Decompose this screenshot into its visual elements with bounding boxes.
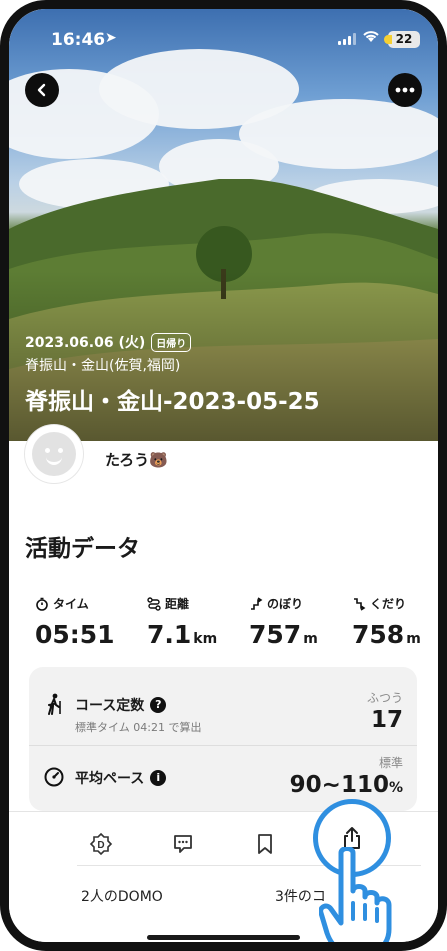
default-face-icon	[32, 432, 76, 476]
location-arrow-icon: ➤	[105, 30, 117, 46]
stat-time: タイム 05:51	[35, 595, 117, 649]
ascent-icon	[251, 596, 263, 610]
stat-unit: m	[303, 631, 318, 647]
standard-time-note: 標準タイム 04:21 で算出	[75, 721, 202, 734]
battery-indicator: 22	[384, 31, 420, 48]
activity-date: 2023.06.06 (火)	[25, 335, 146, 351]
stat-value: 7.1	[147, 620, 192, 649]
activity-title: 脊振山・金山-2023-05-25	[25, 389, 320, 415]
tap-hand-icon	[319, 847, 392, 942]
ellipsis-icon	[395, 87, 415, 93]
domo-count-link[interactable]: 2人のDOMO	[81, 886, 163, 906]
stat-label: のぼり	[267, 597, 304, 611]
bookmark-button[interactable]	[251, 830, 279, 858]
bookmark-icon	[258, 834, 272, 854]
stat-unit: km	[193, 631, 218, 647]
stat-unit: m	[406, 631, 421, 647]
chevron-left-icon	[37, 83, 46, 97]
course-constant-label: コース定数	[75, 698, 145, 714]
user-name[interactable]: たろう🐻	[105, 449, 168, 470]
pace-level: 標準	[378, 756, 403, 770]
stopwatch-icon	[36, 597, 48, 611]
home-indicator	[147, 935, 300, 940]
domo-button[interactable]: D	[87, 830, 115, 858]
status-bar: 16:46 ➤ 22	[9, 29, 438, 51]
stat-descent: くだり 758 m	[352, 595, 421, 649]
status-time: 16:46	[51, 30, 106, 50]
activity-stats: タイム 05:51 距離 7.1 km のぼり 757 m くだり 758 m	[9, 595, 438, 665]
help-icon[interactable]: ?	[150, 697, 167, 713]
section-title-activity-data: 活動データ	[25, 536, 140, 562]
stat-ascent: のぼり 757 m	[249, 595, 318, 649]
speedometer-icon	[44, 767, 64, 787]
svg-text:D: D	[97, 840, 104, 851]
stat-distance: 距離 7.1 km	[147, 595, 217, 649]
route-icon	[147, 596, 161, 611]
domo-badge-icon: D	[89, 832, 113, 856]
stat-label: 距離	[165, 597, 190, 611]
course-info-card: コース定数 ? 標準タイム 04:21 で算出 ふつう 17 平均ペース i 標…	[29, 667, 417, 811]
stat-label: くだり	[370, 597, 407, 611]
signal-icon	[338, 33, 356, 45]
hero-photo	[9, 9, 438, 441]
avatar[interactable]	[25, 425, 83, 483]
phone-frame: 16:46 ➤ 22 2023.06.06 (火) 日帰り 脊振山・金山(佐賀,…	[0, 0, 447, 951]
back-button[interactable]	[25, 73, 59, 107]
stat-value: 758	[352, 620, 405, 649]
descent-icon	[354, 597, 366, 611]
wifi-icon	[362, 29, 380, 47]
average-pace-unit: %	[388, 780, 403, 796]
info-icon[interactable]: i	[150, 770, 167, 786]
more-options-button[interactable]	[388, 73, 422, 107]
difficulty-level: ふつう	[366, 691, 403, 705]
activity-date-row: 2023.06.06 (火) 日帰り	[25, 332, 192, 352]
comment-icon	[174, 835, 192, 853]
average-pace-label: 平均ペース	[75, 771, 145, 787]
hiker-icon	[48, 693, 61, 715]
stat-label: タイム	[53, 597, 89, 611]
day-trip-badge: 日帰り	[151, 332, 192, 352]
mountain-area[interactable]: 脊振山・金山(佐賀,福岡)	[25, 355, 180, 375]
course-constant-row: コース定数 ? 標準タイム 04:21 で算出 ふつう 17	[29, 667, 417, 735]
comment-button[interactable]	[169, 830, 197, 858]
stat-value: 757	[249, 620, 302, 649]
course-constant-value: 17	[370, 707, 403, 733]
stat-value: 05:51	[35, 620, 115, 649]
average-pace-value: 90~110	[289, 772, 389, 798]
